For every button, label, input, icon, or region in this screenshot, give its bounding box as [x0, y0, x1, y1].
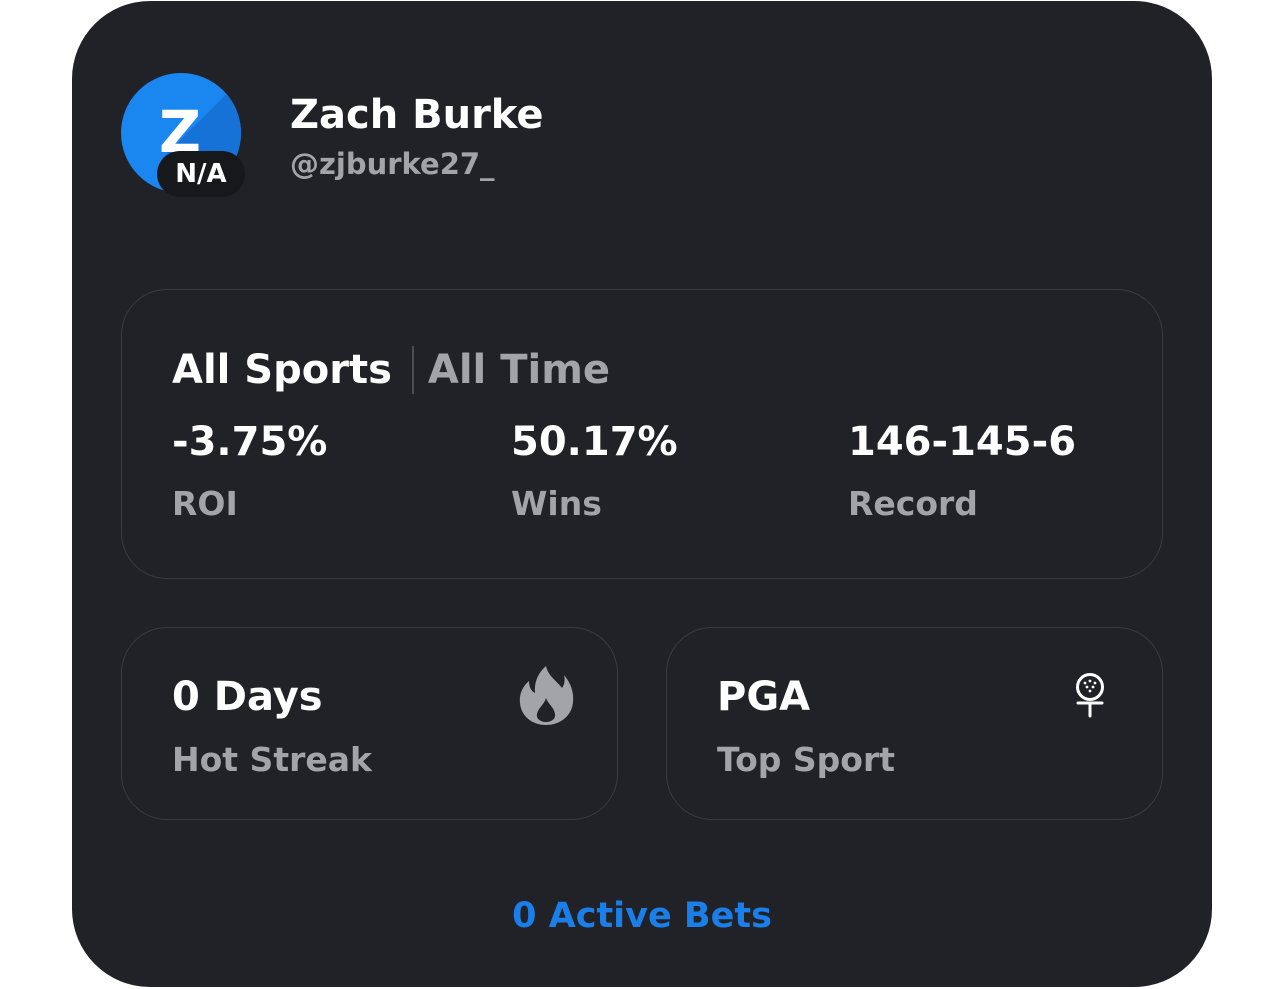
stat-label: Record	[848, 484, 978, 523]
time-filter[interactable]: All Time	[428, 342, 610, 398]
stat-label: ROI	[172, 484, 238, 523]
stat-wins: 50.17% Wins	[511, 418, 678, 524]
filter-divider	[411, 346, 414, 394]
stat-value: -3.75%	[172, 419, 328, 465]
stat-record: 146-145-6 Record	[848, 418, 1076, 524]
profile-handle: @zjburke27_	[290, 147, 495, 181]
stats-panel: All Sports All Time -3.75% ROI 50.17% Wi…	[121, 289, 1163, 579]
active-bets-link[interactable]: 0 Active Bets	[72, 894, 1212, 938]
hot-streak-label: Hot Streak	[172, 740, 372, 779]
stats-filter: All Sports All Time	[172, 342, 610, 398]
hot-streak-panel: 0 Days Hot Streak	[121, 627, 618, 820]
fire-icon	[519, 666, 574, 725]
stat-label: Wins	[511, 484, 602, 523]
sport-filter[interactable]: All Sports	[172, 342, 392, 398]
top-sport-value: PGA	[717, 674, 811, 720]
top-sport-panel: PGA Top Sport	[666, 627, 1163, 820]
stat-value: 50.17%	[511, 419, 678, 465]
golf-ball-tee-icon	[1076, 673, 1104, 718]
avatar[interactable]: Z N/A	[121, 73, 245, 197]
stat-roi: -3.75% ROI	[172, 418, 327, 524]
profile-card: Z N/A Zach Burke @zjburke27_ All Sports …	[72, 1, 1212, 987]
rank-badge: N/A	[157, 151, 245, 197]
top-sport-label: Top Sport	[717, 740, 896, 779]
profile-name: Zach Burke	[290, 92, 544, 138]
hot-streak-value: 0 Days	[172, 674, 323, 720]
stat-value: 146-145-6	[848, 419, 1077, 465]
